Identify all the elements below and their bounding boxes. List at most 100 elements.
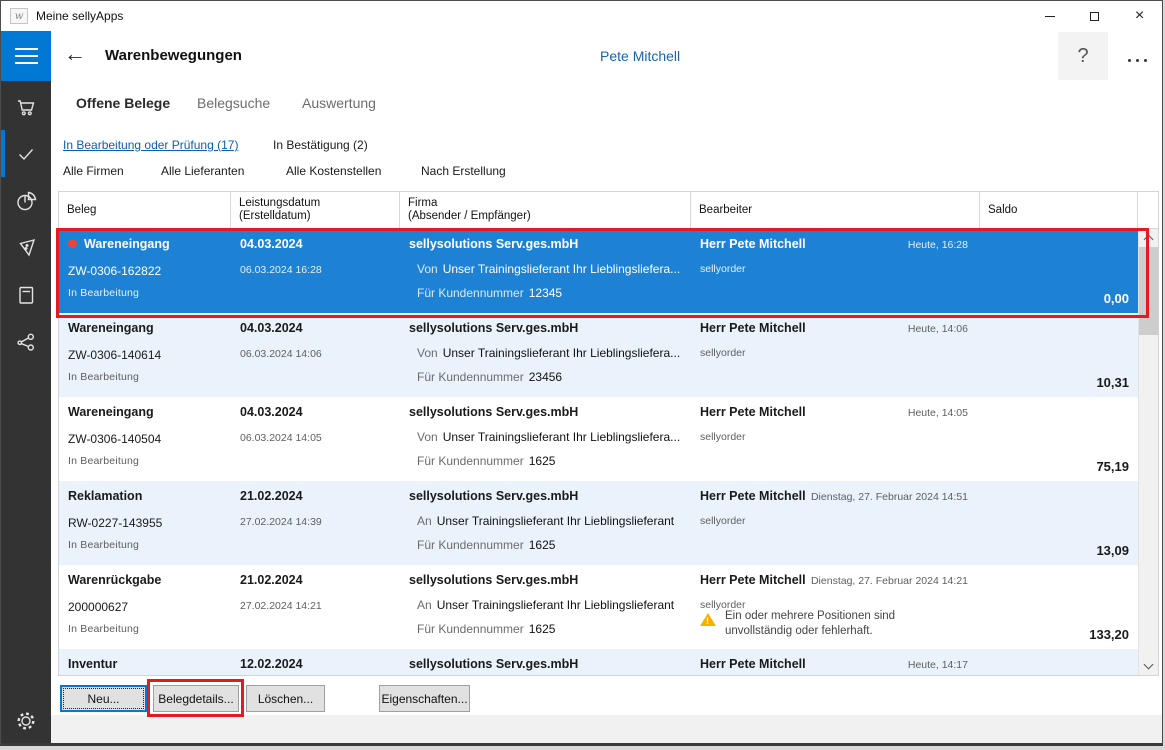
- check-icon: [19, 148, 34, 160]
- doc-status: In Bearbeitung: [68, 371, 140, 383]
- warning-text: Ein oder mehrere Positionen sind unvolls…: [725, 610, 896, 637]
- created-date: 27.02.2024 14:21: [240, 600, 322, 612]
- table-rows: Wareneingang ZW-0306-162822 In Bearbeitu…: [59, 229, 1138, 675]
- filter-nach-erstellung[interactable]: Nach Erstellung: [421, 164, 506, 178]
- editor-name: Herr Pete Mitchell: [700, 321, 806, 335]
- belegdetails-button[interactable]: Belegdetails...: [153, 685, 239, 712]
- maximize-button[interactable]: [1072, 1, 1117, 31]
- table-header: Beleg Leistungsdatum (Erstelldatum) Firma…: [58, 191, 1159, 229]
- company-name: sellysolutions Serv.ges.mbH: [409, 405, 579, 419]
- company-name: sellysolutions Serv.ges.mbH: [409, 657, 579, 671]
- created-date: 27.02.2024 14:39: [240, 516, 322, 528]
- doc-number: RW-0227-143955: [68, 516, 163, 530]
- new-item-dot: [68, 239, 77, 248]
- table-row[interactable]: Wareneingang ZW-0306-162822 In Bearbeitu…: [59, 229, 1138, 313]
- sidebar-item-tasks[interactable]: [1, 130, 51, 177]
- close-button[interactable]: ×: [1117, 1, 1162, 31]
- direction-label: Von: [417, 430, 438, 444]
- help-button[interactable]: ?: [1058, 32, 1108, 80]
- customer-label: Für Kundennummer: [417, 622, 524, 636]
- filter-in-bestaetigung[interactable]: In Bestätigung (2): [273, 138, 368, 152]
- more-options-button[interactable]: [1124, 55, 1151, 66]
- column-header-saldo[interactable]: Saldo: [980, 192, 1138, 228]
- neu-button[interactable]: Neu...: [60, 685, 147, 712]
- filter-in-bearbeitung[interactable]: In Bearbeitung oder Prüfung (17): [63, 138, 238, 152]
- editor-account: sellyorder: [700, 263, 746, 275]
- sidebar-nav: [1, 83, 51, 365]
- sidebar-item-reports[interactable]: [1, 177, 51, 224]
- table-row[interactable]: Wareneingang ZW-0306-140504 In Bearbeitu…: [59, 397, 1138, 481]
- column-header-bearbeiter[interactable]: Bearbeiter: [691, 192, 980, 228]
- edit-timestamp: Heute, 14:06: [907, 323, 968, 335]
- column-header-leistungsdatum[interactable]: Leistungsdatum (Erstelldatum): [231, 192, 400, 228]
- scroll-up-button[interactable]: [1139, 229, 1158, 246]
- column-header-firma[interactable]: Firma (Absender / Empfänger): [400, 192, 691, 228]
- service-date: 12.02.2024: [240, 657, 303, 671]
- edit-timestamp: Heute, 14:17: [907, 659, 968, 671]
- created-date: 06.03.2024 16:28: [240, 264, 322, 276]
- doc-status: In Bearbeitung: [68, 287, 140, 299]
- sidebar-item-cart[interactable]: [1, 83, 51, 130]
- doc-number: 200000627: [68, 600, 129, 614]
- gear-icon: [17, 712, 35, 730]
- sidebar: [1, 31, 51, 743]
- table-row[interactable]: Warenrückgabe 200000627 In Bearbeitung 2…: [59, 565, 1138, 649]
- edit-timestamp: Heute, 16:28: [907, 239, 968, 251]
- app-window: w Meine sellyApps × ← Warenbewegungen Pe…: [0, 0, 1163, 746]
- table-row[interactable]: Reklamation RW-0227-143955 In Bearbeitun…: [59, 481, 1138, 565]
- column-header-filler: [1138, 192, 1156, 228]
- table-row[interactable]: Wareneingang ZW-0306-140614 In Bearbeitu…: [59, 313, 1138, 397]
- filter-alle-kostenstellen[interactable]: Alle Kostenstellen: [286, 164, 381, 178]
- editor-account: sellyorder: [700, 347, 746, 359]
- app-icon: w: [10, 8, 28, 24]
- service-date: 04.03.2024: [240, 237, 303, 251]
- doc-type: Wareneingang: [84, 237, 170, 251]
- user-name-link[interactable]: Pete Mitchell: [600, 48, 680, 64]
- direction-label: Von: [417, 346, 438, 360]
- partner-name: Unser Trainingslieferant Ihr Lieblingsli…: [442, 430, 681, 444]
- minimize-icon: [1044, 15, 1055, 17]
- saldo-value: 13,09: [1096, 543, 1129, 558]
- sidebar-item-tags[interactable]: [1, 224, 51, 271]
- edit-timestamp: Heute, 14:05: [907, 407, 968, 419]
- tab-offene-belege[interactable]: Offene Belege: [76, 95, 170, 111]
- edit-timestamp: Dienstag, 27. Februar 2024 14:51: [810, 491, 968, 503]
- partner-name: Unser Trainingslieferant Ihr Lieblingsli…: [436, 598, 675, 612]
- loeschen-button[interactable]: Löschen...: [246, 685, 325, 712]
- created-date: 06.03.2024 14:05: [240, 432, 322, 444]
- tab-belegsuche[interactable]: Belegsuche: [197, 95, 270, 111]
- menu-button[interactable]: [1, 31, 51, 81]
- app-title: Meine sellyApps: [36, 9, 124, 23]
- editor-name: Herr Pete Mitchell: [700, 237, 806, 251]
- table-row[interactable]: Inventur 12.02.2024 sellysolutions Serv.…: [59, 649, 1138, 675]
- filter-alle-firmen[interactable]: Alle Firmen: [63, 164, 124, 178]
- sidebar-item-journal[interactable]: [1, 271, 51, 318]
- partner-name: Unser Trainingslieferant Ihr Lieblingsli…: [436, 514, 675, 528]
- table-body: Wareneingang ZW-0306-162822 In Bearbeitu…: [58, 229, 1159, 676]
- doc-status: In Bearbeitung: [68, 455, 140, 467]
- sidebar-item-network[interactable]: [1, 318, 51, 365]
- customer-number: 1625: [528, 538, 556, 552]
- customer-number: 23456: [528, 370, 563, 384]
- close-icon: ×: [1134, 7, 1145, 24]
- back-arrow-icon[interactable]: ←: [64, 39, 86, 70]
- doc-type: Warenrückgabe: [68, 573, 162, 587]
- minimize-button[interactable]: [1027, 1, 1072, 31]
- filter-alle-lieferanten[interactable]: Alle Lieferanten: [161, 164, 244, 178]
- vertical-scrollbar[interactable]: [1138, 229, 1158, 675]
- warning-icon: [700, 613, 716, 626]
- column-header-beleg[interactable]: Beleg: [59, 192, 231, 228]
- doc-type: Reklamation: [68, 489, 143, 503]
- scrollbar-thumb[interactable]: [1139, 247, 1158, 335]
- scroll-down-button[interactable]: [1139, 658, 1158, 675]
- doc-status: In Bearbeitung: [68, 539, 140, 551]
- chevron-down-icon: [1143, 659, 1154, 670]
- tab-auswertung[interactable]: Auswertung: [302, 95, 376, 111]
- book-icon: [19, 286, 34, 304]
- titlebar: w Meine sellyApps ×: [1, 1, 1162, 31]
- settings-button[interactable]: [1, 701, 51, 741]
- saldo-value: 0,00: [1103, 291, 1129, 306]
- customer-number: 1625: [528, 454, 556, 468]
- eigenschaften-button[interactable]: Eigenschaften...: [379, 685, 470, 712]
- saldo-value: 75,19: [1096, 459, 1129, 474]
